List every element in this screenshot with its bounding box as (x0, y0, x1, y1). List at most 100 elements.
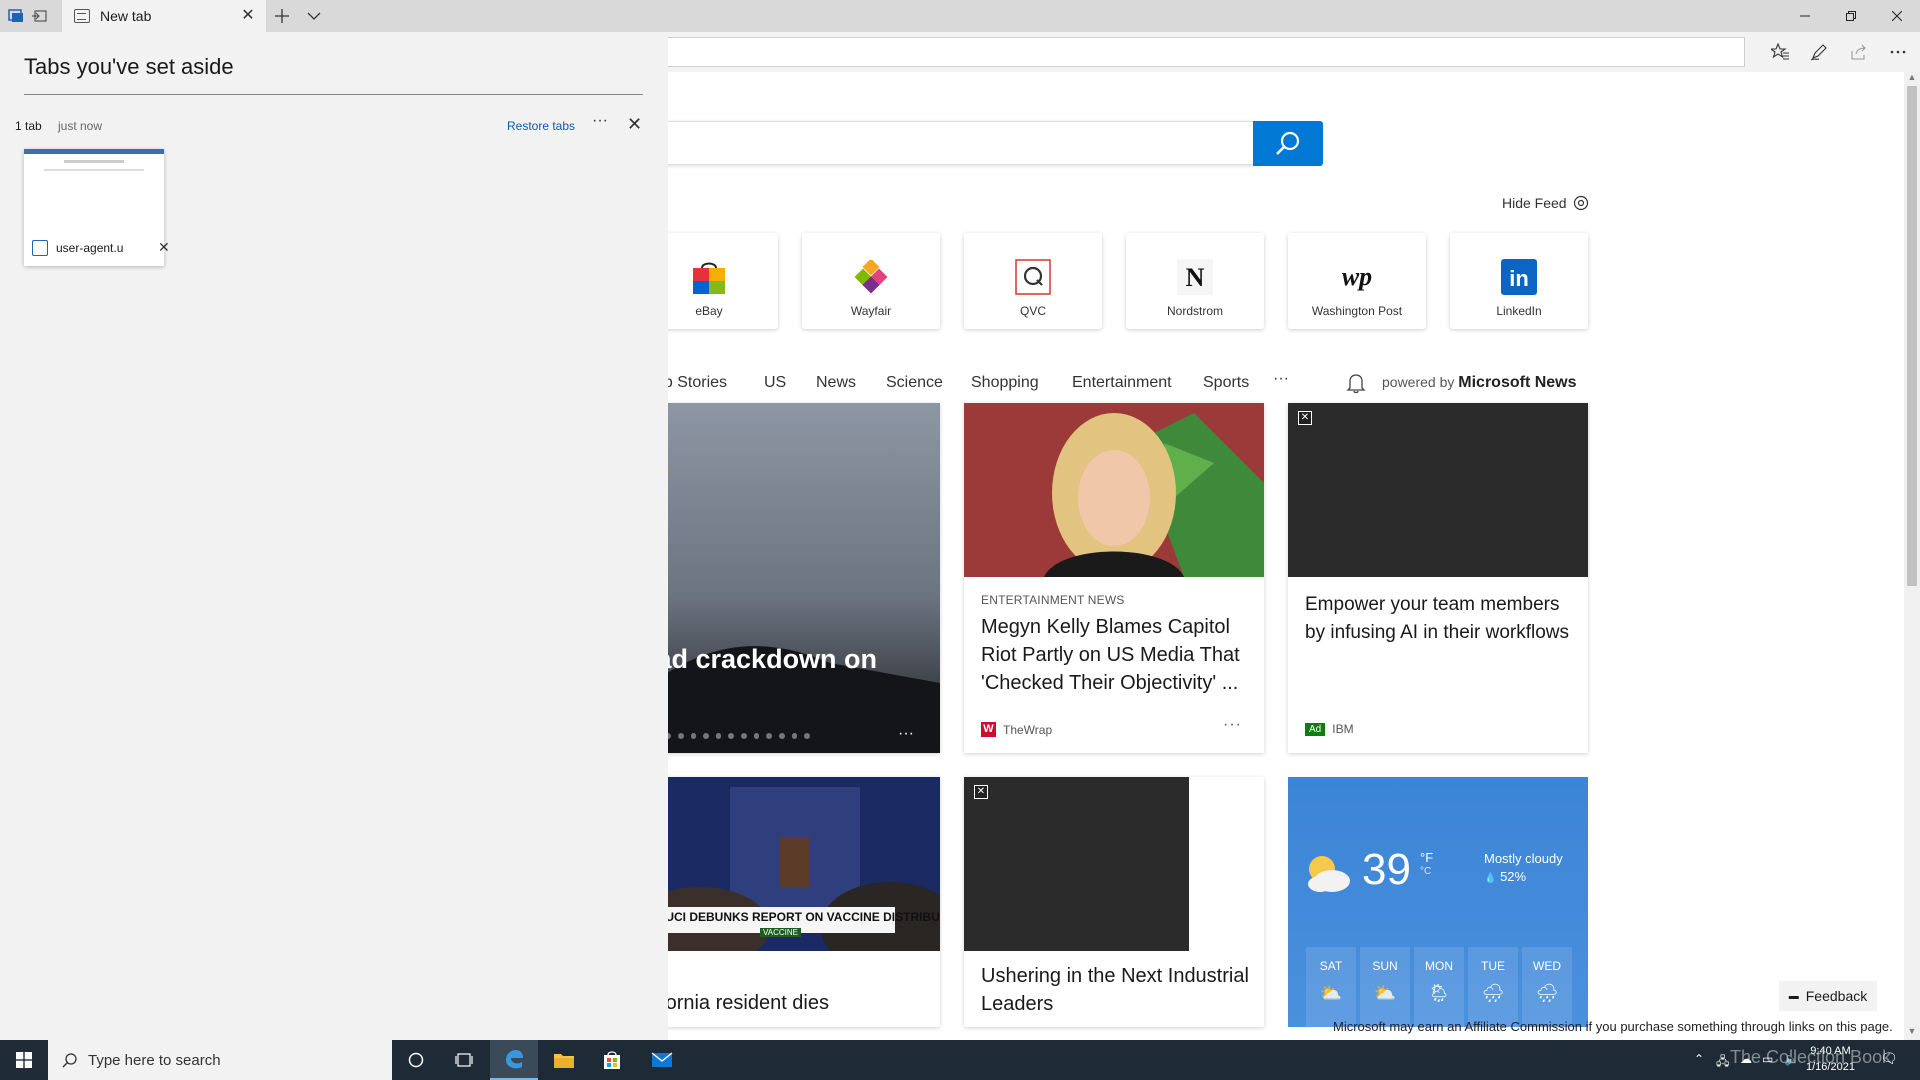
powered-by-brand[interactable]: Microsoft News (1458, 374, 1576, 391)
affiliate-disclaimer: Microsoft may earn an Affiliate Commissi… (1333, 1019, 1893, 1034)
web-note-pen-icon[interactable] (1807, 40, 1831, 64)
ad-image-placeholder: ✕ (1288, 403, 1588, 577)
nav-shopping[interactable]: Shopping (971, 374, 1039, 392)
forecast-day[interactable]: MON 🌦 (1414, 947, 1464, 1027)
scroll-down-arrow-icon[interactable]: ▼ (1904, 1026, 1920, 1040)
card-headline[interactable]: Ushering in the Next Industrial Leaders (981, 962, 1251, 1018)
feedback-button[interactable]: ▬ Feedback (1779, 981, 1877, 1011)
folder-icon (554, 1054, 574, 1068)
forecast-day[interactable]: TUE 🌧 (1468, 947, 1518, 1027)
scrollbar-thumb[interactable] (1907, 86, 1917, 586)
nav-sports[interactable]: Sports (1203, 374, 1249, 392)
address-bar[interactable] (660, 37, 1745, 67)
scroll-up-arrow-icon[interactable]: ▲ (1904, 72, 1920, 86)
nav-us[interactable]: US (764, 374, 786, 392)
favorites-hub-icon[interactable] (1768, 40, 1792, 64)
edge-taskbar-button[interactable] (490, 1040, 538, 1080)
file-explorer-button[interactable] (540, 1040, 588, 1080)
search-button[interactable] (1253, 121, 1323, 166)
rain-icon: 🌧 (1481, 983, 1505, 1003)
top-site-nordstrom[interactable]: N Nordstrom (1126, 233, 1264, 329)
tab-new-tab[interactable]: New tab ✕ (62, 0, 266, 32)
ad-image-placeholder: ✕ (964, 777, 1189, 951)
set-aside-tabs-icon[interactable] (29, 6, 49, 26)
powered-by-prefix: powered by (1382, 374, 1455, 390)
news-card-megyn-kelly[interactable]: ENTERTAINMENT NEWS Megyn Kelly Blames Ca… (964, 403, 1264, 753)
card-source-name: TheWrap (1003, 722, 1053, 737)
notification-bell-icon[interactable] (1346, 372, 1366, 394)
restore-button[interactable] (1828, 0, 1874, 32)
system-clock[interactable]: 9:40 AM 1/16/2021 (1806, 1043, 1855, 1075)
forecast-day[interactable]: WED 🌧 (1522, 947, 1572, 1027)
top-site-wayfair[interactable]: Wayfair (802, 233, 940, 329)
web-search-input[interactable] (600, 121, 1255, 165)
start-button[interactable] (0, 1040, 48, 1080)
nav-entertainment[interactable]: Entertainment (1072, 374, 1172, 392)
tab-preview-chevron-icon[interactable] (304, 6, 324, 26)
ad-card-ushering[interactable]: ✕ Ushering in the Next Industrial Leader… (964, 777, 1264, 1027)
top-site-label: Wayfair (850, 304, 892, 318)
svg-text:in: in (1509, 266, 1529, 291)
broken-image-icon: ✕ (974, 785, 988, 799)
task-view-button[interactable] (440, 1040, 488, 1080)
thumbnail-close-button[interactable]: ✕ (158, 239, 170, 256)
card-source[interactable]: W TheWrap (981, 722, 1052, 737)
card-headline[interactable]: Megyn Kelly Blames Capitol Riot Partly o… (981, 613, 1251, 697)
minimize-button[interactable] (1782, 0, 1828, 32)
restore-tabs-link[interactable]: Restore tabs (507, 119, 575, 133)
show-hidden-icons-chevron-icon[interactable]: ⌃ (1694, 1052, 1704, 1066)
group-more-button[interactable]: ··· (592, 112, 608, 130)
nav-more-button[interactable]: ··· (1273, 370, 1289, 388)
hide-feed-label: Hide Feed (1502, 195, 1567, 211)
top-site-washington-post[interactable]: wp Washington Post (1288, 233, 1426, 329)
weather-humidity: 💧 52% (1484, 869, 1526, 884)
forecast-day[interactable]: SAT ⛅ (1306, 947, 1356, 1027)
cortana-button[interactable] (392, 1040, 440, 1080)
top-site-qvc[interactable]: QVC (964, 233, 1102, 329)
video-sub-banner: VACCINE (760, 928, 801, 937)
forecast-day[interactable]: SUN ⛅ (1360, 947, 1410, 1027)
store-button[interactable] (588, 1040, 636, 1080)
ad-source-name: IBM (1332, 722, 1354, 736)
news-card-fauci[interactable]: FAUCI DEBUNKS REPORT ON VACCINE DISTRIBU… (640, 777, 940, 1027)
set-aside-tab-thumbnail[interactable]: user-agent.u ✕ (24, 149, 170, 266)
nav-science[interactable]: Science (886, 374, 943, 392)
unit-fahrenheit[interactable]: °F (1420, 851, 1433, 865)
day-label: TUE (1481, 959, 1505, 973)
card-more-button[interactable]: ··· (1223, 716, 1242, 734)
hero-more-button[interactable]: ··· (898, 725, 914, 743)
tab-count: 1 tab (15, 119, 42, 133)
power-battery-icon[interactable]: ▭ (1762, 1052, 1773, 1066)
ad-headline[interactable]: Empower your team members by infusing AI… (1305, 591, 1575, 647)
mail-button[interactable] (638, 1040, 686, 1080)
weather-card[interactable]: 39 °F °C Mostly cloudy 💧 52% SAT ⛅ SUN ⛅ M… (1288, 777, 1588, 1027)
tabs-aside-icon[interactable] (6, 6, 26, 26)
nav-news[interactable]: News (816, 374, 856, 392)
card-headline[interactable]: alifornia resident dies (640, 989, 910, 1017)
tab-close-button[interactable]: ✕ (238, 6, 258, 26)
tab-title: New tab (100, 8, 152, 24)
hero-story-card[interactable]: oad crackdown on ··· (640, 403, 940, 753)
hero-headline: oad crackdown on (640, 644, 878, 674)
network-icon[interactable]: 🖧 (1716, 1052, 1729, 1073)
new-tab-button[interactable] (272, 6, 292, 26)
press-briefing-photo (640, 777, 940, 951)
onedrive-cloud-icon[interactable]: ☁ (1740, 1052, 1752, 1066)
ad-card-ibm[interactable]: ✕ Empower your team members by infusing … (1288, 403, 1588, 753)
hide-feed-button[interactable]: Hide Feed (1502, 195, 1589, 211)
clock-date: 1/16/2021 (1806, 1061, 1855, 1073)
taskbar-search-box[interactable]: Type here to search (48, 1040, 392, 1080)
close-window-button[interactable] (1874, 0, 1920, 32)
ad-source[interactable]: Ad IBM (1305, 722, 1354, 736)
remove-group-button[interactable]: ✕ (627, 114, 642, 135)
top-site-label: Washington Post (1311, 304, 1403, 318)
action-center-icon[interactable]: 🗨 (1880, 1050, 1898, 1067)
page-scrollbar[interactable]: ▲ ▼ (1904, 72, 1920, 1040)
megyn-kelly-photo (964, 403, 1264, 577)
share-icon[interactable] (1847, 40, 1871, 64)
temperature-units[interactable]: °F °C (1420, 851, 1433, 879)
settings-more-icon[interactable] (1886, 40, 1910, 64)
top-site-linkedin[interactable]: in LinkedIn (1450, 233, 1588, 329)
unit-celsius[interactable]: °C (1420, 865, 1433, 879)
volume-speaker-icon[interactable]: 🔈 (1784, 1052, 1799, 1066)
